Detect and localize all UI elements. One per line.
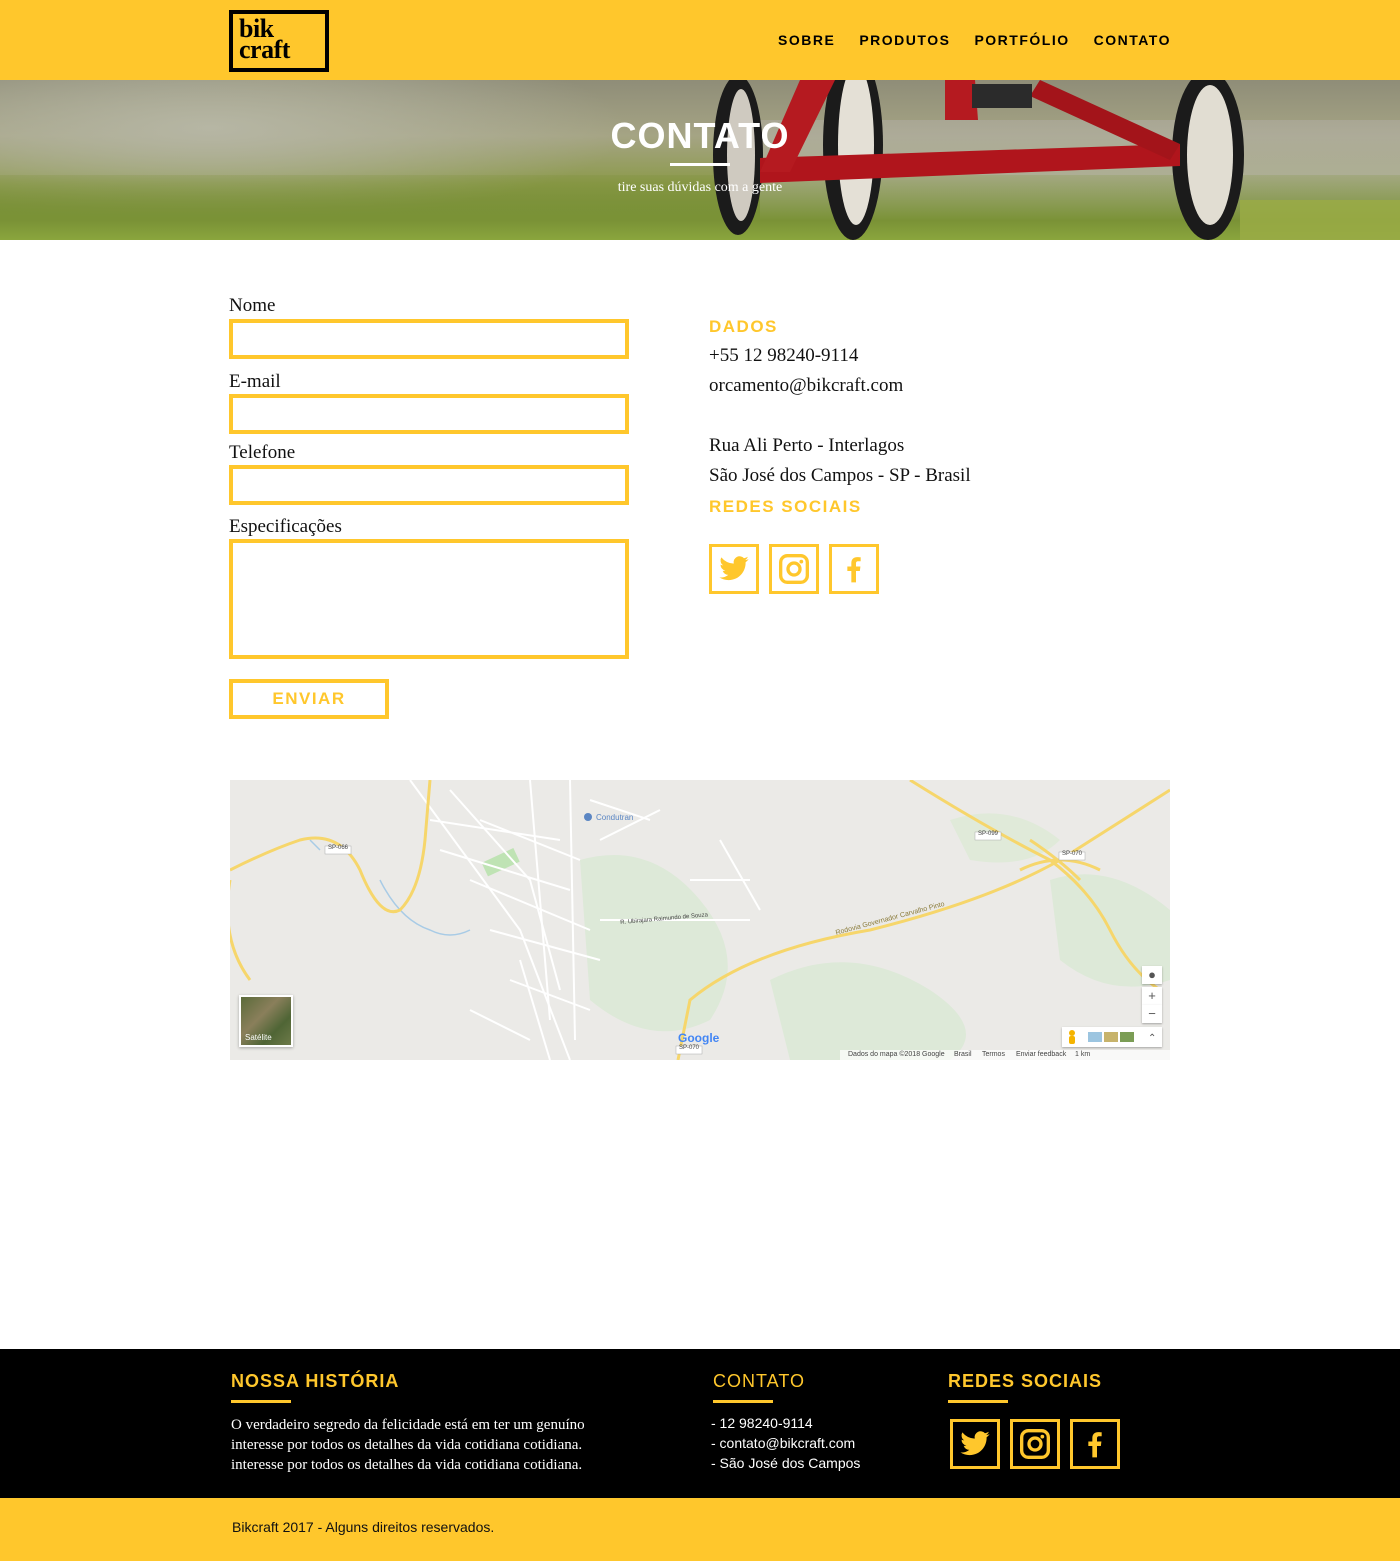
footer-history-text: O verdadeiro segredo da felicidade está … <box>231 1415 611 1475</box>
instagram-link[interactable] <box>769 544 819 594</box>
footer-facebook-link[interactable] <box>1070 1419 1120 1469</box>
contact-email: orcamento@bikcraft.com <box>709 375 904 396</box>
nav-contato[interactable]: CONTATO <box>1094 32 1171 48</box>
specs-textarea[interactable] <box>229 539 629 659</box>
phone-label: Telefone <box>229 442 296 463</box>
footer-history-underline <box>231 1400 291 1403</box>
email-label: E-mail <box>229 371 281 392</box>
hero-title-underline <box>670 163 730 166</box>
twitter-icon <box>719 556 749 581</box>
footer-instagram-link[interactable] <box>1010 1419 1060 1469</box>
route-label-sp070-bottom: SP-070 <box>679 1045 700 1051</box>
zoom-in-button[interactable]: + <box>1142 987 1162 1005</box>
footer-contact-phone: - 12 98240-9114 <box>711 1415 813 1431</box>
svg-text:⌃: ⌃ <box>1148 1033 1156 1044</box>
copyright-bar: Bikcraft 2017 - Alguns direitos reservad… <box>0 1498 1400 1561</box>
copyright-text: Bikcraft 2017 - Alguns direitos reservad… <box>232 1519 495 1535</box>
map-country: Brasil <box>954 1051 972 1058</box>
place-label-condutran[interactable]: Condutran <box>596 813 633 822</box>
footer-contact-city: - São José dos Campos <box>711 1455 861 1471</box>
bikcraft-logo[interactable]: bik craft <box>229 10 329 72</box>
tricycle-image <box>713 80 1244 240</box>
map-feedback-link[interactable]: Enviar feedback <box>1016 1051 1066 1058</box>
footer-contact-underline <box>713 1400 773 1403</box>
route-label-sp066: SP-066 <box>328 845 349 851</box>
social-heading: REDES SOCIAIS <box>709 497 862 516</box>
route-label-sp070: SP-070 <box>1062 851 1083 857</box>
map-streets <box>230 780 1170 1060</box>
route-label-sp099: SP-099 <box>978 831 999 837</box>
map-scale: 1 km <box>1075 1051 1091 1058</box>
twitter-link[interactable] <box>709 544 759 594</box>
facebook-icon <box>1088 1432 1102 1458</box>
map-attribution: Dados do mapa ©2018 Google Brasil Termos… <box>840 1050 1170 1060</box>
nav-produtos[interactable]: PRODUTOS <box>859 32 950 48</box>
footer-history-line: interesse por todos os detalhes da vida … <box>231 1437 583 1453</box>
location-map[interactable]: SP-066 SP-099 SP-070 SP-070 Condutran Ro… <box>230 780 1170 1060</box>
main-nav: SOBRE PRODUTOS PORTFÓLIO CONTATO <box>778 32 1171 48</box>
footer-social-heading: REDES SOCIAIS <box>948 1371 1103 1391</box>
pegman-icon: ⌃ <box>1069 1030 1156 1044</box>
site-footer <box>0 1349 1400 1498</box>
address-line-1: Rua Ali Perto - Interlagos <box>709 435 905 456</box>
name-label: Nome <box>229 295 276 316</box>
location-button[interactable]: ● <box>1142 966 1162 984</box>
submit-button[interactable]: ENVIAR <box>229 679 389 719</box>
name-input[interactable] <box>229 319 629 359</box>
logo-line-2: craft <box>239 35 290 64</box>
hero-banner: CONTATO tire suas dúvidas com a gente <box>0 80 1400 240</box>
footer-history-heading: NOSSA HISTÓRIA <box>231 1371 400 1391</box>
specs-label: Especificações <box>229 516 342 537</box>
map-terms-link[interactable]: Termos <box>982 1051 1005 1058</box>
contact-phone: +55 12 98240-9114 <box>709 345 859 366</box>
twitter-icon <box>960 1431 990 1456</box>
phone-input[interactable] <box>229 465 629 505</box>
facebook-link[interactable] <box>829 544 879 594</box>
footer-contact-heading: CONTATO <box>713 1371 805 1391</box>
satellite-label: Satélite <box>245 1033 272 1042</box>
nav-portfolio[interactable]: PORTFÓLIO <box>974 32 1069 48</box>
google-logo: Google <box>678 1031 720 1045</box>
instagram-icon <box>779 554 809 584</box>
hero-title: CONTATO <box>610 115 790 156</box>
map-view-controls[interactable]: ⌃ <box>1062 1027 1162 1047</box>
footer-history-line: interesse por todos os detalhes da vida … <box>231 1457 583 1473</box>
zoom-out-button[interactable]: − <box>1142 1005 1162 1023</box>
address-line-2: São José dos Campos - SP - Brasil <box>709 465 971 486</box>
footer-social-underline <box>948 1400 1008 1403</box>
hero-subtitle: tire suas dúvidas com a gente <box>617 180 783 195</box>
data-heading: DADOS <box>709 317 778 336</box>
site-header: bik craft SOBRE PRODUTOS PORTFÓLIO CONTA… <box>0 0 1400 80</box>
email-input[interactable] <box>229 394 629 434</box>
facebook-icon <box>847 557 861 583</box>
footer-contact-email[interactable]: - contato@bikcraft.com <box>711 1435 855 1451</box>
map-data-credit: Dados do mapa ©2018 Google <box>848 1051 945 1058</box>
footer-history-line: O verdadeiro segredo da felicidade está … <box>231 1417 585 1433</box>
footer-twitter-link[interactable] <box>950 1419 1000 1469</box>
nav-sobre[interactable]: SOBRE <box>778 32 835 48</box>
instagram-icon <box>1020 1429 1050 1459</box>
satellite-toggle[interactable]: Satélite <box>239 995 293 1047</box>
